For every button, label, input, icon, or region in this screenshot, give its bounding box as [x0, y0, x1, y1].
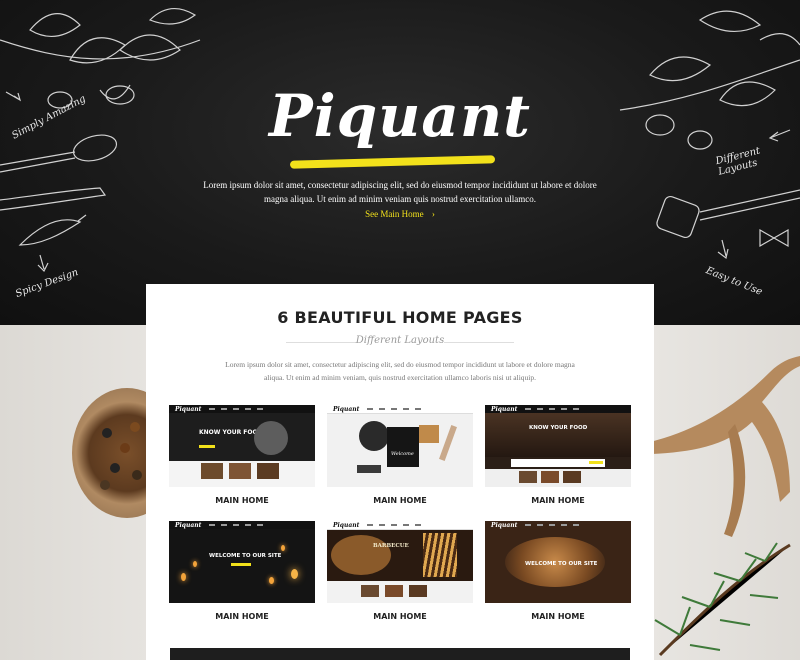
site-logo: Piquant — [269, 82, 531, 150]
home-page-thumbnail-1[interactable]: Piquant KNOW YOUR FOOD — [169, 405, 315, 487]
olive — [120, 443, 130, 453]
see-main-home-label: See Main Home — [365, 209, 424, 219]
food-image — [201, 463, 223, 479]
olive — [130, 422, 140, 432]
olive — [100, 480, 110, 490]
food-image — [541, 471, 559, 483]
chevron-right-icon: › — [431, 209, 435, 219]
home-page-thumbnail-5[interactable]: Piquant BARBECUE — [327, 521, 473, 603]
reservation-button — [589, 461, 603, 464]
food-image — [419, 425, 439, 443]
section-subtitle: Different Layouts — [355, 335, 445, 346]
home-page-thumbnail-4[interactable]: Piquant WELCOME TO OUR SITE — [169, 521, 315, 603]
olive — [110, 463, 120, 473]
restaurant-image — [485, 413, 631, 457]
thumb-heading: WELCOME TO OUR SITE — [525, 561, 598, 567]
thumb-logo: Piquant — [175, 406, 202, 413]
olive — [102, 428, 112, 438]
light-bulb — [281, 545, 285, 551]
burger-image — [254, 421, 288, 455]
hero-banner: Simply Amazing Spicy Design Different La… — [0, 0, 800, 325]
food-image — [409, 585, 427, 597]
section-description: Lorem ipsum dolor sit amet, consectetur … — [225, 360, 575, 382]
thumb-logo: Piquant — [333, 522, 360, 529]
burger-image — [331, 535, 391, 575]
fries-image — [423, 533, 457, 577]
thumb-button — [199, 445, 215, 448]
food-image — [385, 585, 403, 597]
food-image — [257, 463, 279, 479]
next-thumbnails-row-peek — [170, 648, 630, 660]
pine-branch-image — [654, 542, 791, 657]
food-image — [519, 471, 537, 483]
food-image — [563, 471, 581, 483]
olive — [132, 470, 142, 480]
section-title: 6 BEAUTIFUL HOME PAGES — [277, 308, 523, 327]
plate-image — [359, 421, 389, 451]
thumb-heading: Welcome — [391, 451, 414, 457]
food-image — [229, 463, 251, 479]
home-pages-section: 6 BEAUTIFUL HOME PAGES Different Layouts… — [146, 284, 654, 660]
thumb-button — [231, 563, 251, 566]
light-bulb — [269, 577, 274, 584]
thumb-heading: WELCOME TO OUR SITE — [209, 553, 282, 559]
light-bulb — [291, 569, 298, 579]
see-main-home-link[interactable]: See Main Home › — [0, 209, 800, 219]
thumb-heading: KNOW YOUR FOOD — [529, 425, 588, 431]
home-page-thumbnail-2[interactable]: Piquant Welcome — [327, 405, 473, 487]
home-page-label-3[interactable]: MAIN HOME — [485, 496, 631, 505]
home-page-thumbnail-3[interactable]: Piquant KNOW YOUR FOOD — [485, 405, 631, 487]
food-image — [361, 585, 379, 597]
thumb-heading: KNOW YOUR FOOD — [199, 429, 263, 436]
home-page-label-6[interactable]: MAIN HOME — [485, 612, 631, 621]
home-page-label-2[interactable]: MAIN HOME — [327, 496, 473, 505]
antler-image — [650, 356, 800, 537]
home-page-label-5[interactable]: MAIN HOME — [327, 612, 473, 621]
chalkboard-image — [387, 427, 419, 467]
light-bulb — [181, 573, 186, 581]
hero-description: Lorem ipsum dolor sit amet, consectetur … — [203, 180, 597, 204]
thumb-heading: BARBECUE — [373, 543, 409, 549]
light-bulb — [193, 561, 197, 567]
antler-image — [439, 425, 457, 461]
home-page-label-1[interactable]: MAIN HOME — [169, 496, 315, 505]
subtitle-divider-right — [444, 342, 514, 343]
food-image — [357, 465, 381, 473]
thumb-logo: Piquant — [491, 522, 518, 529]
home-page-thumbnail-6[interactable]: Piquant WELCOME TO OUR SITE — [485, 521, 631, 603]
thumb-logo: Piquant — [491, 406, 518, 413]
thumb-logo: Piquant — [333, 406, 360, 413]
thumb-logo: Piquant — [175, 522, 202, 529]
home-page-label-4[interactable]: MAIN HOME — [169, 612, 315, 621]
